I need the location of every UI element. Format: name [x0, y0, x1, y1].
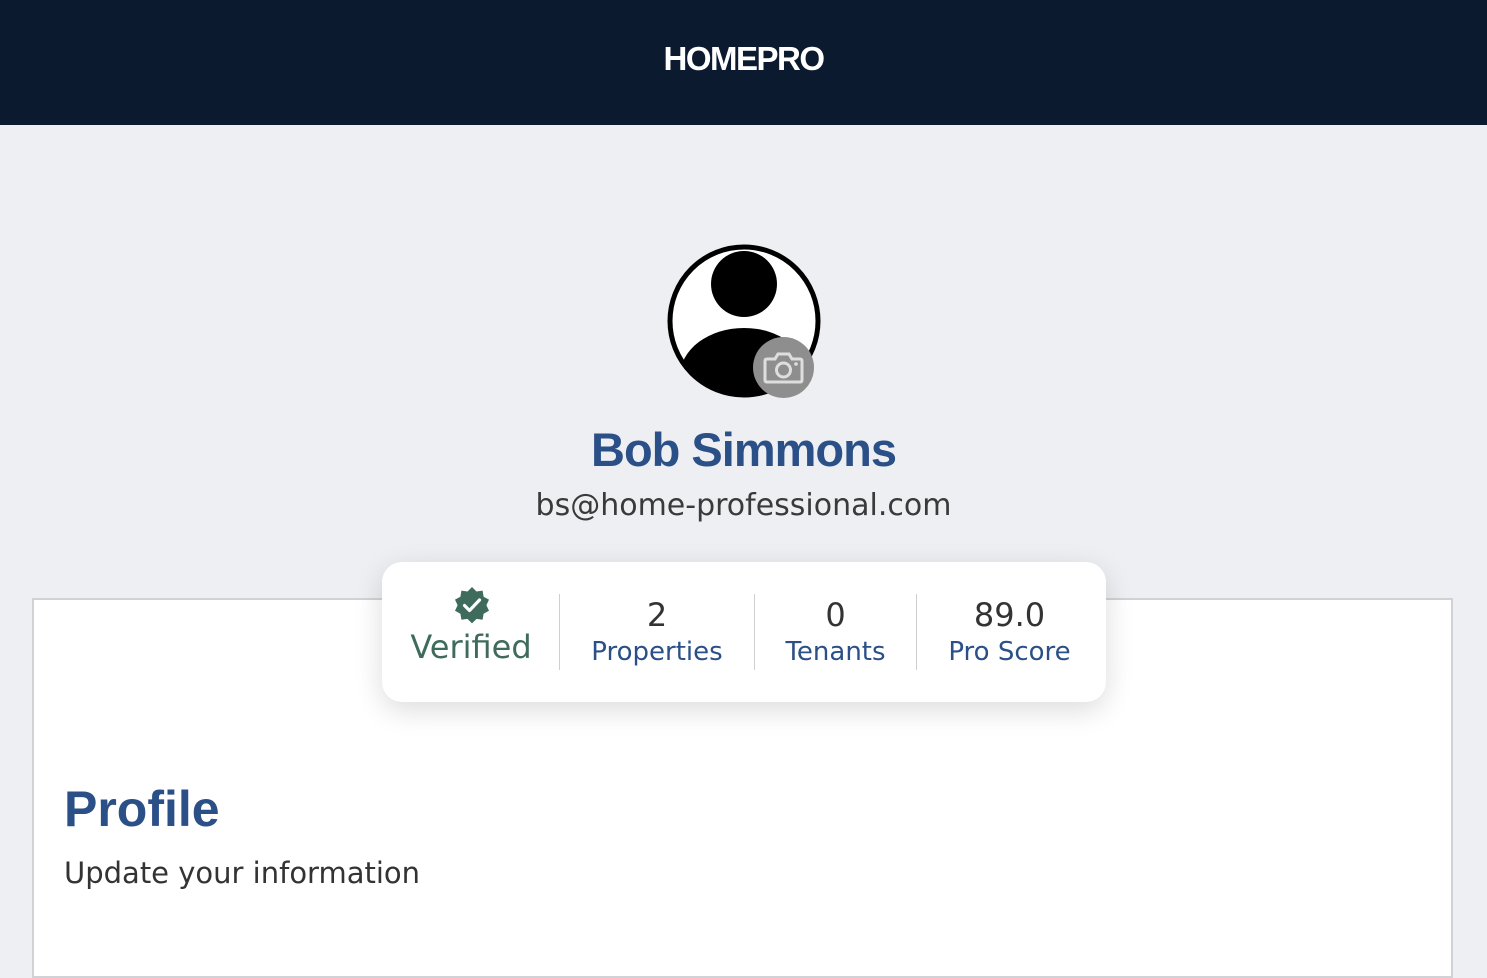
- brand-logo[interactable]: HOMEPRO: [0, 40, 1487, 78]
- user-email: bs@home-professional.com: [535, 488, 952, 523]
- properties-count: 2: [646, 596, 668, 634]
- stats-card: Verified 2 Properties 0 Tenants 89.0 Pro…: [382, 562, 1106, 702]
- change-photo-button[interactable]: [753, 337, 814, 398]
- tenants-label: Tenants: [785, 637, 886, 667]
- profile-section-title: Profile: [64, 781, 220, 837]
- properties-label: Properties: [591, 637, 723, 667]
- verified-check-badge-icon: [455, 587, 489, 624]
- verified-label: Verified: [410, 628, 532, 666]
- camera-icon: [763, 352, 804, 384]
- user-name: Bob Simmons: [591, 423, 897, 476]
- stat-tenants[interactable]: 0 Tenants: [755, 562, 916, 702]
- top-navigation-bar: HOMEPRO: [0, 0, 1487, 125]
- stat-properties[interactable]: 2 Properties: [560, 562, 754, 702]
- pro-score-value: 89.0: [973, 596, 1046, 634]
- profile-section-subtitle: Update your information: [64, 856, 421, 890]
- stat-pro-score[interactable]: 89.0 Pro Score: [917, 562, 1102, 702]
- tenants-count: 0: [825, 596, 846, 634]
- pro-score-label: Pro Score: [948, 637, 1071, 667]
- verified-status: Verified: [382, 562, 560, 702]
